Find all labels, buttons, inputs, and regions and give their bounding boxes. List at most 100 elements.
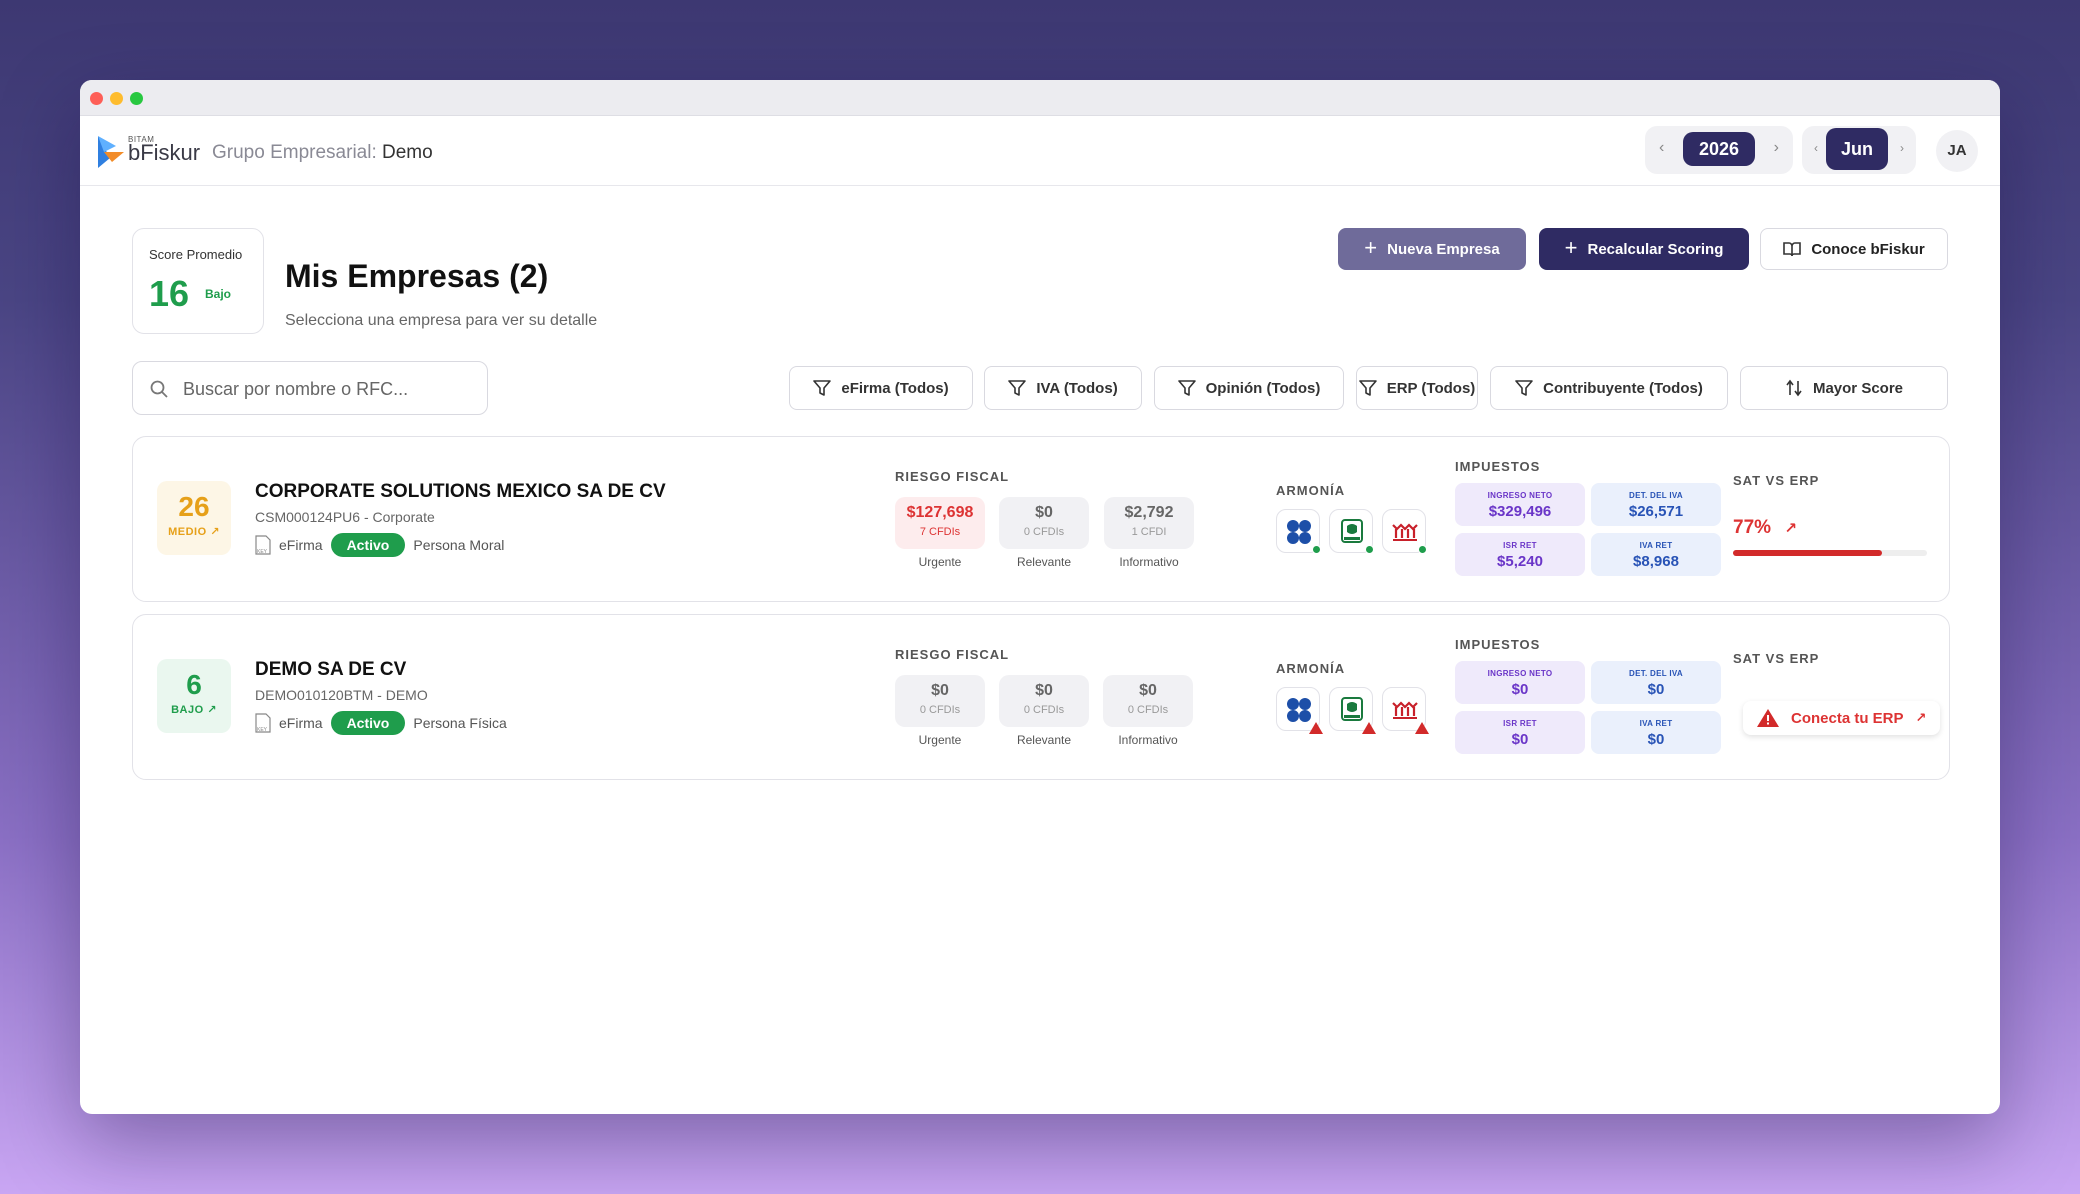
company-name[interactable]: CORPORATE SOLUTIONS MEXICO SA DE CV — [255, 481, 666, 503]
ok-status-icon — [1365, 545, 1374, 554]
sat-harmony-button[interactable] — [1276, 687, 1323, 734]
risk-label: Relevante — [1016, 733, 1072, 747]
arrow-up-right-icon: ↗ — [210, 526, 220, 538]
harmony-section-title: ARMONÍA — [1276, 661, 1346, 676]
filter-iva[interactable]: IVA (Todos) — [984, 366, 1142, 410]
person-type: Persona Moral — [413, 537, 505, 553]
filter-iva-label: IVA (Todos) — [1036, 379, 1118, 397]
risk-relevant[interactable]: $0 0 CFDIs — [999, 675, 1089, 727]
tax-det-iva[interactable]: DET. DEL IVA $26,571 — [1591, 483, 1721, 526]
book-icon — [1783, 242, 1802, 257]
learn-bfiskur-label: Conoce bFiskur — [1811, 240, 1925, 258]
risk-amount: $0 — [1035, 682, 1053, 699]
sat-erp-progress-bar — [1733, 550, 1927, 556]
filter-contribuyente[interactable]: Contribuyente (Todos) — [1490, 366, 1728, 410]
tax-title: INGRESO NETO — [1487, 491, 1553, 500]
tax-amount: $0 — [1511, 731, 1529, 748]
risk-label: Informativo — [1119, 555, 1179, 569]
tax-det-iva[interactable]: DET. DEL IVA $0 — [1591, 661, 1721, 704]
page-title: Mis Empresas (2) — [285, 258, 549, 294]
infonavit-harmony-button[interactable] — [1382, 509, 1427, 554]
new-company-label: Nueva Empresa — [1387, 240, 1500, 258]
sat-harmony-button[interactable] — [1276, 509, 1321, 554]
filter-opinion[interactable]: Opinión (Todos) — [1154, 366, 1344, 410]
filter-efirma[interactable]: eFirma (Todos) — [789, 366, 973, 410]
company-card[interactable]: 6 BAJO ↗ DEMO SA DE CV DEMO010120BTM - D… — [132, 614, 1950, 780]
search-icon — [150, 380, 168, 398]
maximize-window-button[interactable] — [130, 92, 143, 105]
imss-harmony-button[interactable] — [1329, 509, 1374, 554]
arrow-up-right-icon: ↗ — [1784, 520, 1797, 537]
sat-erp-match-percent[interactable]: 77% ↗ — [1733, 517, 1797, 539]
year-value[interactable]: 2026 — [1683, 132, 1755, 166]
tax-iva-ret[interactable]: IVA RET $0 — [1591, 711, 1721, 754]
tax-amount: $8,968 — [1633, 553, 1679, 570]
sat-erp-section-title: SAT VS ERP — [1733, 473, 1820, 488]
month-value[interactable]: Jun — [1826, 128, 1888, 170]
minimize-window-button[interactable] — [110, 92, 123, 105]
tax-amount: $0 — [1647, 681, 1665, 698]
sort-button[interactable]: Mayor Score — [1740, 366, 1948, 410]
month-next-icon[interactable]: › — [1900, 141, 1904, 155]
tax-iva-ret[interactable]: IVA RET $8,968 — [1591, 533, 1721, 576]
filter-erp-label: ERP (Todos) — [1386, 379, 1476, 397]
year-next-icon[interactable]: › — [1774, 139, 1779, 157]
filter-icon — [1177, 380, 1196, 396]
tax-amount: $0 — [1647, 731, 1665, 748]
status-badge: Activo — [330, 711, 406, 735]
tax-ingreso-neto[interactable]: INGRESO NETO $0 — [1455, 661, 1585, 704]
search-input[interactable] — [183, 376, 473, 402]
risk-amount: $2,792 — [1124, 504, 1174, 521]
harmony-section-title: ARMONÍA — [1276, 483, 1346, 498]
new-company-button[interactable]: + Nueva Empresa — [1338, 228, 1526, 270]
close-window-button[interactable] — [90, 92, 103, 105]
sort-label: Mayor Score — [1812, 379, 1904, 397]
group-value: Demo — [382, 142, 433, 163]
filter-erp[interactable]: ERP (Todos) — [1356, 366, 1478, 410]
sat-erp-section-title: SAT VS ERP — [1733, 651, 1820, 666]
risk-relevant[interactable]: $0 0 CFDIs — [999, 497, 1089, 549]
risk-informative[interactable]: $2,792 1 CFDI — [1104, 497, 1194, 549]
company-score: 6 — [186, 669, 202, 700]
month-selector: ‹ Jun › — [1802, 126, 1916, 174]
company-name[interactable]: DEMO SA DE CV — [255, 659, 406, 681]
risk-urgent[interactable]: $127,698 7 CFDIs — [895, 497, 985, 549]
risk-section-title: RIESGO FISCAL — [895, 469, 1010, 484]
group-selector[interactable]: Grupo Empresarial: Demo — [212, 142, 433, 164]
company-card[interactable]: 26 MEDIO ↗ CORPORATE SOLUTIONS MEXICO SA… — [132, 436, 1950, 602]
tax-isr-ret[interactable]: ISR RET $5,240 — [1455, 533, 1585, 576]
learn-bfiskur-button[interactable]: Conoce bFiskur — [1760, 228, 1948, 270]
window-titlebar — [80, 80, 2000, 116]
ok-status-icon — [1312, 545, 1321, 554]
month-prev-icon[interactable]: ‹ — [1814, 141, 1818, 155]
recalculate-scoring-button[interactable]: + Recalcular Scoring — [1539, 228, 1749, 270]
risk-label: Urgente — [918, 555, 962, 569]
risk-informative[interactable]: $0 0 CFDIs — [1103, 675, 1193, 727]
warning-icon — [1415, 722, 1429, 734]
user-avatar[interactable]: JA — [1936, 130, 1978, 172]
imss-harmony-button[interactable] — [1329, 687, 1376, 734]
risk-urgent[interactable]: $0 0 CFDIs — [895, 675, 985, 727]
tax-isr-ret[interactable]: ISR RET $0 — [1455, 711, 1585, 754]
bfiskur-logo-icon — [98, 136, 124, 168]
risk-cfdis: 0 CFDIs — [919, 704, 961, 716]
certificate-file-icon: KEY — [255, 713, 271, 733]
risk-amount: $0 — [931, 682, 949, 699]
year-prev-icon[interactable]: ‹ — [1659, 139, 1664, 157]
risk-cfdis: 0 CFDIs — [1023, 526, 1065, 538]
page-subtitle: Selecciona una empresa para ver su detal… — [285, 312, 598, 329]
company-score: 26 — [178, 491, 210, 522]
tax-ingreso-neto[interactable]: INGRESO NETO $329,496 — [1455, 483, 1585, 526]
average-score-card: Score Promedio 16 Bajo — [132, 228, 264, 334]
infonavit-harmony-button[interactable] — [1382, 687, 1429, 734]
tax-amount: $0 — [1511, 681, 1529, 698]
connect-erp-label: Conecta tu ERP — [1791, 709, 1904, 727]
filter-icon — [813, 380, 832, 396]
risk-section-title: RIESGO FISCAL — [895, 647, 1010, 662]
year-selector: ‹ 2026 › — [1645, 126, 1793, 174]
connect-erp-button[interactable]: Conecta tu ERP ↗ — [1743, 701, 1941, 735]
warning-icon — [1309, 722, 1323, 734]
risk-amount: $0 — [1139, 682, 1157, 699]
certificate-file-icon: KEY — [255, 535, 271, 555]
company-rfc: DEMO010120BTM - DEMO — [255, 687, 428, 703]
